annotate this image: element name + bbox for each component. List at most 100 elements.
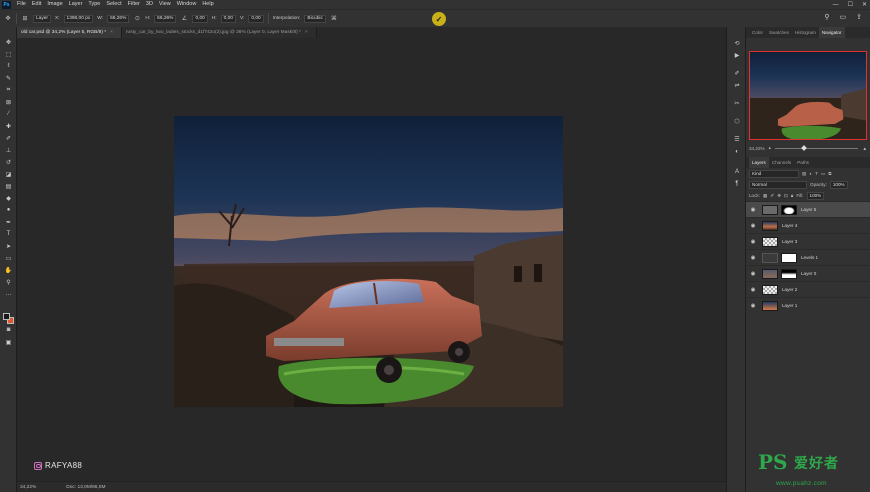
zoom-out-icon[interactable]: ▴: [769, 145, 771, 151]
filter-shape-icon[interactable]: ▭: [821, 171, 825, 177]
layer-thumbnail[interactable]: [762, 268, 778, 279]
width-field[interactable]: 66,26%: [107, 14, 130, 23]
reference-point-icon[interactable]: ⊞: [21, 15, 29, 23]
quick-mask-icon[interactable]: ◙: [3, 325, 14, 335]
filter-type-icon[interactable]: T: [815, 171, 818, 176]
paragraph-icon[interactable]: ¶: [732, 179, 742, 188]
tab-navigator[interactable]: Navigator: [818, 27, 845, 38]
menu-window[interactable]: Window: [174, 0, 200, 9]
zoom-tool-icon[interactable]: ⚲: [3, 277, 14, 287]
levels-adjustment-icon[interactable]: [762, 252, 778, 263]
properties-icon[interactable]: ☰: [732, 135, 742, 144]
layer-kind-filter[interactable]: Kind: [749, 169, 799, 178]
layer-name[interactable]: Layer 2: [782, 287, 797, 292]
brush-tool-icon[interactable]: ✐: [3, 133, 14, 143]
tab-histogram[interactable]: Histogram: [792, 27, 819, 38]
menu-filter[interactable]: Filter: [125, 0, 143, 9]
zoom-slider[interactable]: [774, 144, 859, 151]
doc-size-readout[interactable]: Doc: 13,0M/86,0M: [66, 485, 105, 490]
visibility-eye-icon[interactable]: ◉: [748, 207, 758, 213]
commit-transform-icon[interactable]: ✓: [432, 12, 446, 26]
eraser-tool-icon[interactable]: ◪: [3, 169, 14, 179]
lock-paint-icon[interactable]: ✐: [770, 193, 774, 199]
layer-row[interactable]: ◉ Layer 3: [746, 233, 870, 249]
history-brush-tool-icon[interactable]: ↺: [3, 157, 14, 167]
zoom-readout[interactable]: 34,22%: [20, 485, 36, 490]
fill-field[interactable]: 100%: [806, 191, 825, 200]
path-select-tool-icon[interactable]: ➤: [3, 241, 14, 251]
hand-tool-icon[interactable]: ✋: [3, 265, 14, 275]
close-button[interactable]: ✕: [862, 1, 867, 8]
layer-name[interactable]: Layer 4: [782, 223, 797, 228]
zoom-in-icon[interactable]: ▲: [862, 146, 867, 151]
canvas-area[interactable]: [17, 38, 726, 481]
layer-thumbnail[interactable]: [762, 236, 778, 247]
marquee-tool-icon[interactable]: ⬚: [3, 49, 14, 59]
layer-name[interactable]: Levels 1: [801, 255, 818, 260]
lock-pixels-icon[interactable]: ▦: [763, 193, 767, 199]
libraries-icon[interactable]: ◐: [732, 147, 742, 156]
menu-help[interactable]: Help: [199, 0, 216, 9]
layer-row[interactable]: ◉ Levels 1: [746, 249, 870, 265]
3d-icon[interactable]: ⬡: [732, 117, 742, 126]
menu-file[interactable]: File: [14, 0, 29, 9]
opacity-field[interactable]: 100%: [829, 180, 848, 189]
history-icon[interactable]: ⟲: [732, 39, 742, 48]
menu-type[interactable]: Type: [85, 0, 103, 9]
minimize-button[interactable]: —: [833, 2, 839, 8]
layer-row[interactable]: ◉ Layer 0: [746, 265, 870, 281]
lock-move-icon[interactable]: ✥: [777, 193, 781, 199]
visibility-eye-icon[interactable]: ◉: [748, 239, 758, 245]
filter-smart-icon[interactable]: ⧉: [828, 171, 831, 176]
layer-row[interactable]: ◉ Layer 2: [746, 281, 870, 297]
hskew-field[interactable]: 0,00: [220, 14, 236, 23]
play-icon[interactable]: ▶: [732, 51, 742, 60]
angle-field[interactable]: 0,00: [192, 14, 208, 23]
blur-tool-icon[interactable]: ◆: [3, 193, 14, 203]
menu-3d[interactable]: 3D: [143, 0, 156, 9]
layer-mask-thumbnail[interactable]: [781, 204, 797, 215]
move-tool-preset-icon[interactable]: ✥: [4, 15, 12, 23]
layer-row[interactable]: ◉ Layer 1: [746, 297, 870, 313]
shape-tool-icon[interactable]: ▭: [3, 253, 14, 263]
tab-rusty-car[interactable]: rusty_car_by_two_ladies_stocks_d1f742o(2…: [121, 27, 317, 38]
layer-mask-thumbnail[interactable]: [781, 268, 797, 279]
move-tool-icon[interactable]: ✥: [3, 37, 14, 47]
x-field[interactable]: 1398,00 px: [63, 14, 94, 23]
foreground-color-swatch[interactable]: [3, 313, 10, 320]
layer-thumbnail[interactable]: [762, 300, 778, 311]
more-tools-icon[interactable]: …: [3, 289, 14, 299]
menu-image[interactable]: Image: [44, 0, 65, 9]
maximize-button[interactable]: ☐: [848, 1, 853, 8]
interpolation-select[interactable]: Bicubic: [304, 14, 326, 23]
menu-view[interactable]: View: [156, 0, 174, 9]
filter-pixel-icon[interactable]: ▧: [802, 171, 806, 177]
layer-mask-thumbnail[interactable]: [781, 252, 797, 263]
tab-layers[interactable]: Layers: [749, 157, 769, 168]
vskew-field[interactable]: 0,00: [248, 14, 264, 23]
lock-artboard-icon[interactable]: ⊡: [784, 193, 788, 199]
layer-thumbnail[interactable]: [762, 220, 778, 231]
lock-all-icon[interactable]: 🔒︎: [791, 193, 793, 198]
type-tool-icon[interactable]: T: [3, 229, 14, 239]
eyedropper-tool-icon[interactable]: ⁄: [3, 109, 14, 119]
navigator-zoom-value[interactable]: 34,22%: [749, 146, 765, 151]
height-field[interactable]: 66,26%: [154, 14, 177, 23]
menu-select[interactable]: Select: [103, 0, 124, 9]
lasso-tool-icon[interactable]: ℓ: [3, 61, 14, 71]
screen-mode-icon[interactable]: ▣: [3, 337, 14, 347]
character-icon[interactable]: A: [732, 167, 742, 176]
blend-mode-select[interactable]: Normal: [749, 180, 807, 189]
menu-layer[interactable]: Layer: [66, 0, 86, 9]
visibility-eye-icon[interactable]: ◉: [748, 303, 758, 309]
artwork-image[interactable]: [174, 116, 563, 407]
workspace-icon[interactable]: ▭: [840, 13, 847, 21]
warp-icon[interactable]: ⌘: [330, 15, 338, 23]
tab-swatches[interactable]: Swatches: [766, 27, 792, 38]
tab-channels[interactable]: Channels: [769, 157, 794, 168]
tab-paths[interactable]: Paths: [794, 157, 812, 168]
layer-name[interactable]: Layer 3: [782, 239, 797, 244]
layer-name[interactable]: Layer 1: [782, 303, 797, 308]
navigator-thumbnail[interactable]: [749, 51, 867, 140]
visibility-eye-icon[interactable]: ◉: [748, 271, 758, 277]
